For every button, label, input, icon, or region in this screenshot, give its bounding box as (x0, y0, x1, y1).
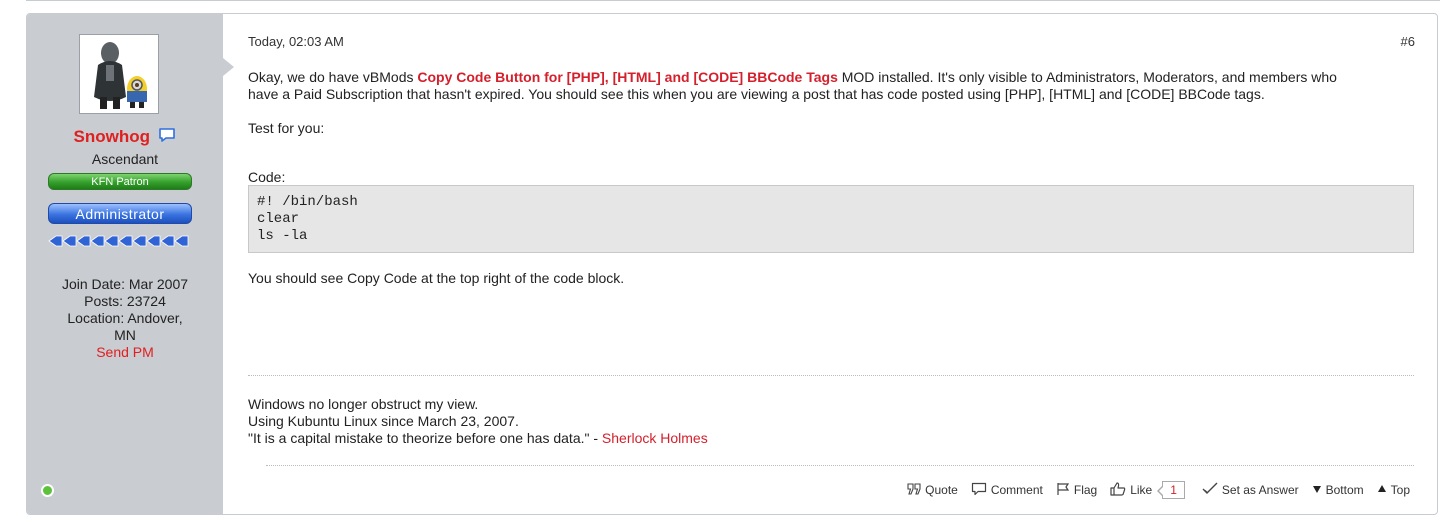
quote-icon (907, 482, 925, 498)
like-label: Like (1130, 483, 1153, 497)
like-button[interactable]: Like (1110, 481, 1153, 499)
comment-icon (971, 482, 991, 499)
flag-button[interactable]: Flag (1056, 482, 1097, 499)
comment-label: Comment (990, 483, 1043, 497)
sherlock-holmes-link[interactable]: Sherlock Holmes (602, 430, 708, 446)
location-line-2: MN (114, 327, 136, 343)
quote-button[interactable]: Quote (907, 482, 958, 498)
location-line-1: Location: Andover, (67, 310, 183, 326)
forum-post: Snowhog Ascendant KFN Patron Administrat… (26, 13, 1438, 515)
code-label: Code: (248, 169, 286, 185)
arrow-up-icon (1377, 483, 1391, 497)
paragraph-3: You should see Copy Code at the top righ… (248, 270, 625, 286)
paragraph-1-line-2: have a Paid Subscription that hasn't exp… (248, 86, 1265, 102)
signature: Windows no longer obstruct my view. Usin… (248, 396, 708, 447)
signature-quote: "It is a capital mistake to theorize bef… (248, 430, 602, 446)
code-line: #! /bin/bash (257, 194, 358, 210)
post-actions: Quote Comment Flag Like 1 Set as Answer (894, 479, 1410, 501)
signature-line-2: Using Kubuntu Linux since March 23, 2007… (248, 413, 519, 429)
flag-icon (1056, 482, 1074, 499)
checkmark-icon (1202, 482, 1222, 499)
top-divider (26, 0, 1440, 1)
top-button[interactable]: Top (1377, 483, 1410, 497)
signature-divider (248, 375, 1414, 376)
administrator-badge: Administrator (48, 203, 192, 224)
post-content: Today, 02:03 AM #6 Okay, we do have vBMo… (248, 14, 1437, 514)
user-sidebar: Snowhog Ascendant KFN Patron Administrat… (27, 14, 223, 514)
post-count: Posts: 23724 (84, 293, 166, 309)
flag-label: Flag (1073, 483, 1098, 497)
set-as-answer-button[interactable]: Set as Answer (1202, 482, 1299, 499)
patron-badge: KFN Patron (48, 173, 192, 190)
bottom-label: Bottom (1325, 483, 1364, 497)
arrow-down-icon (1312, 483, 1326, 497)
avatar[interactable] (79, 34, 159, 114)
thumbs-up-icon (1110, 481, 1130, 499)
paragraph-1-rest: MOD installed. It's only visible to Admi… (837, 69, 1337, 85)
username-row: Snowhog (27, 127, 223, 148)
online-status-icon (41, 484, 54, 497)
username-link[interactable]: Snowhog (74, 127, 150, 146)
signature-line-1: Windows no longer obstruct my view. (248, 396, 479, 412)
like-count[interactable]: 1 (1157, 481, 1185, 499)
paragraph-2: Test for you: (248, 120, 325, 136)
post-number-link[interactable]: #6 (1401, 34, 1415, 49)
user-title: Ascendant (91, 151, 159, 167)
paragraph-1: Okay, we do have vBMods Copy Code Button… (248, 69, 1408, 103)
paragraph-1-intro: Okay, we do have vBMods (248, 69, 418, 85)
post-date: Today, 02:03 AM (248, 34, 344, 49)
code-block[interactable]: #! /bin/bash clear ls -la (248, 185, 1414, 253)
actions-divider (266, 465, 1414, 466)
code-line: ls -la (257, 228, 308, 244)
sidebar-pointer (223, 58, 234, 76)
mod-link[interactable]: Copy Code Button for [PHP], [HTML] and [… (417, 69, 837, 85)
reputation-icons (48, 234, 198, 247)
chat-bubble-icon[interactable] (158, 127, 176, 148)
quote-label: Quote (925, 483, 958, 497)
bottom-button[interactable]: Bottom (1312, 483, 1364, 497)
send-pm-link[interactable]: Send PM (27, 344, 223, 360)
comment-button[interactable]: Comment (971, 482, 1043, 499)
signature-line-3: "It is a capital mistake to theorize bef… (248, 430, 708, 447)
code-line: clear (257, 211, 300, 227)
set-as-answer-label: Set as Answer (1221, 483, 1299, 497)
join-date: Join Date: Mar 2007 (61, 276, 189, 292)
top-label: Top (1390, 483, 1410, 497)
